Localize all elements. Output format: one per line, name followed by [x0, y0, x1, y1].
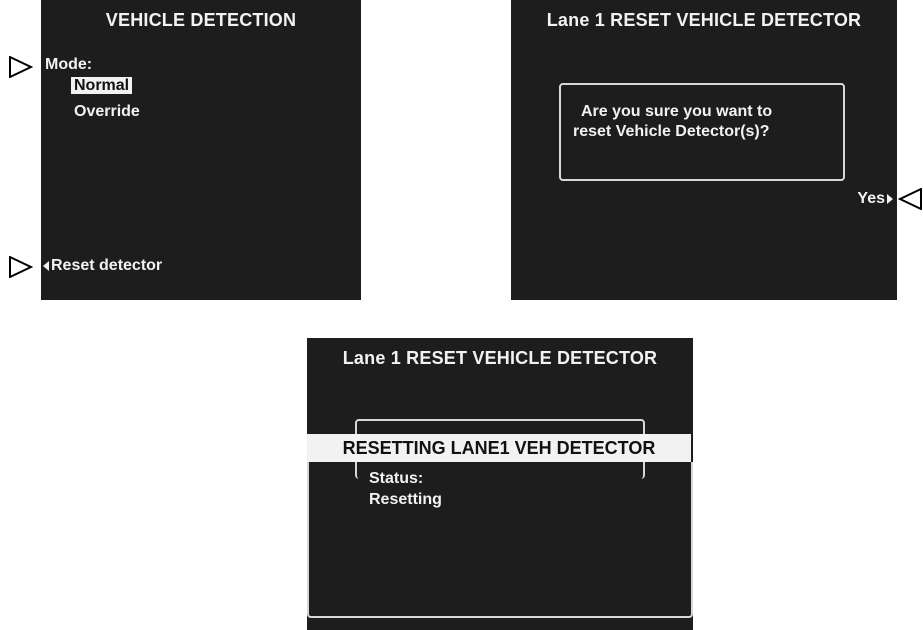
dialog-line-1: Are you sure you want to: [581, 103, 773, 120]
screen-title: Lane 1 RESET VEHICLE DETECTOR: [546, 10, 862, 30]
softkey-left-arrow-icon: [43, 260, 49, 271]
status-panel: Status: Resetting: [307, 462, 693, 618]
mode-label: Mode:: [45, 56, 93, 73]
reset-pointer-icon: [9, 256, 33, 278]
option-normal-label: Normal: [71, 77, 133, 94]
resetting-screen: Lane 1 RESET VEHICLE DETECTOR RESETTING …: [307, 338, 693, 630]
yes-softkey[interactable]: Yes: [857, 190, 893, 208]
reset-detector-label: Reset detector: [51, 257, 163, 274]
reset-detector-softkey[interactable]: Reset detector: [43, 257, 162, 275]
yes-label: Yes: [857, 190, 885, 207]
screen-title: Lane 1 RESET VEHICLE DETECTOR: [342, 348, 658, 368]
yes-pointer-icon: [898, 188, 922, 210]
reset-confirm-screen: Lane 1 RESET VEHICLE DETECTOR Are you su…: [511, 0, 897, 300]
vehicle-detection-screen: VEHICLE DETECTION Mode: Normal Override …: [41, 0, 361, 300]
option-normal[interactable]: Normal: [71, 77, 133, 95]
screen-title: VEHICLE DETECTION: [105, 10, 297, 30]
dialog-line-2: reset Vehicle Detector(s)?: [573, 123, 770, 140]
option-override[interactable]: Override: [74, 103, 140, 121]
status-label: Status:: [369, 470, 424, 487]
resetting-banner: RESETTING LANE1 VEH DETECTOR: [307, 434, 691, 462]
mode-pointer-icon: [9, 56, 33, 78]
status-value: Resetting: [369, 491, 442, 508]
softkey-right-arrow-icon: [887, 193, 893, 204]
confirm-dialog: Are you sure you want to reset Vehicle D…: [559, 83, 845, 181]
